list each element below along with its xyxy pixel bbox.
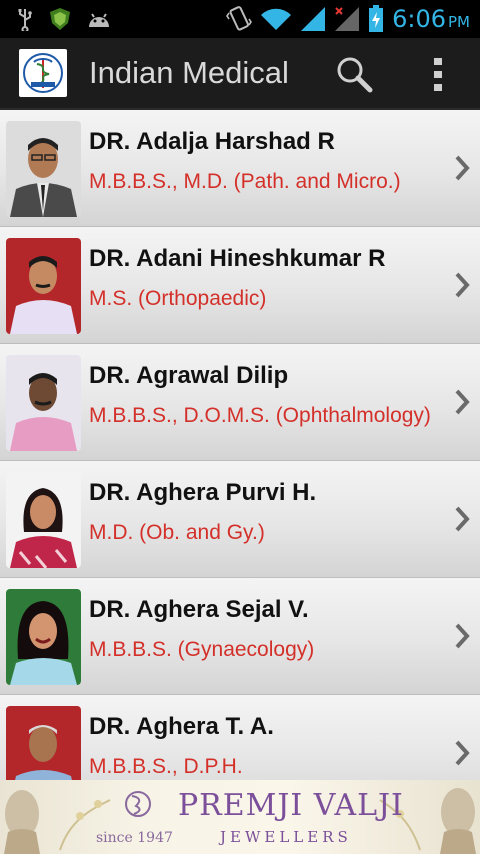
- doctor-degree: M.B.B.S., D.O.M.S. (Ophthalmology): [89, 404, 431, 427]
- medical-emblem-icon: [23, 53, 63, 93]
- usb-icon: [16, 7, 34, 31]
- app-title: Indian Medical: [89, 55, 289, 90]
- signal-no-data-icon: [334, 6, 360, 32]
- doctor-photo: [6, 589, 81, 685]
- ad-monogram-icon: [125, 791, 151, 817]
- doctor-name: DR. Adani Hineshkumar R: [89, 245, 386, 272]
- chevron-right-icon: [455, 623, 470, 649]
- signal-icon: [300, 6, 326, 32]
- doctor-degree: M.B.B.S. (Gynaecology): [89, 638, 315, 661]
- list-item[interactable]: DR. Adani Hineshkumar R M.S. (Orthopaedi…: [0, 227, 480, 344]
- action-bar: Indian Medical: [0, 38, 480, 110]
- doctor-degree: M.B.B.S., D.P.H.: [89, 755, 243, 778]
- list-item[interactable]: DR. Aghera Purvi H. M.D. (Ob. and Gy.): [0, 461, 480, 578]
- overflow-menu-icon: [434, 58, 442, 91]
- status-bar: 6:06 PM: [0, 0, 480, 38]
- list-item[interactable]: DR. Aghera Sejal V. M.B.B.S. (Gynaecolog…: [0, 578, 480, 695]
- doctor-photo: [6, 706, 81, 780]
- battery-charging-icon: [368, 5, 384, 33]
- doctor-name: DR. Aghera Sejal V.: [89, 596, 309, 623]
- list-item[interactable]: DR. Adalja Harshad R M.B.B.S., M.D. (Pat…: [0, 110, 480, 227]
- doctor-degree: M.S. (Orthopaedic): [89, 287, 267, 310]
- ad-brand: PREMJI VALJI: [178, 788, 404, 823]
- doctor-photo: [6, 121, 81, 217]
- ad-since: since 1947: [96, 830, 173, 846]
- doctor-degree: M.B.B.S., M.D. (Path. and Micro.): [89, 170, 401, 193]
- doctor-name: DR. Agrawal Dilip: [89, 362, 289, 389]
- overflow-menu-button[interactable]: [426, 56, 450, 94]
- chevron-right-icon: [455, 506, 470, 532]
- doctor-photo: [6, 355, 81, 451]
- doctor-photo: [6, 472, 81, 568]
- chevron-right-icon: [455, 155, 470, 181]
- search-icon: [337, 57, 373, 93]
- list-item[interactable]: DR. Agrawal Dilip M.B.B.S., D.O.M.S. (Op…: [0, 344, 480, 461]
- wifi-icon: [260, 7, 292, 31]
- doctor-photo: [6, 238, 81, 334]
- doctor-name: DR. Adalja Harshad R: [89, 128, 335, 155]
- doctor-degree: M.D. (Ob. and Gy.): [89, 521, 265, 544]
- app-logo[interactable]: [19, 49, 67, 97]
- shield-icon: [48, 7, 72, 31]
- doctor-name: DR. Aghera Purvi H.: [89, 479, 317, 506]
- vibrate-icon: [226, 5, 253, 33]
- doctor-name: DR. Aghera T. A.: [89, 713, 274, 740]
- chevron-right-icon: [455, 272, 470, 298]
- ad-tagline: JEWELLERS: [220, 828, 352, 846]
- doctor-list[interactable]: DR. Adalja Harshad R M.B.B.S., M.D. (Pat…: [0, 110, 480, 780]
- ad-banner[interactable]: since 1947 PREMJI VALJI JEWELLERS: [0, 780, 480, 854]
- list-item[interactable]: DR. Aghera T. A. M.B.B.S., D.P.H.: [0, 695, 480, 780]
- android-icon: [86, 9, 112, 29]
- chevron-right-icon: [455, 740, 470, 766]
- search-button[interactable]: [334, 54, 374, 94]
- chevron-right-icon: [455, 389, 470, 415]
- clock: 6:06 PM: [392, 5, 470, 33]
